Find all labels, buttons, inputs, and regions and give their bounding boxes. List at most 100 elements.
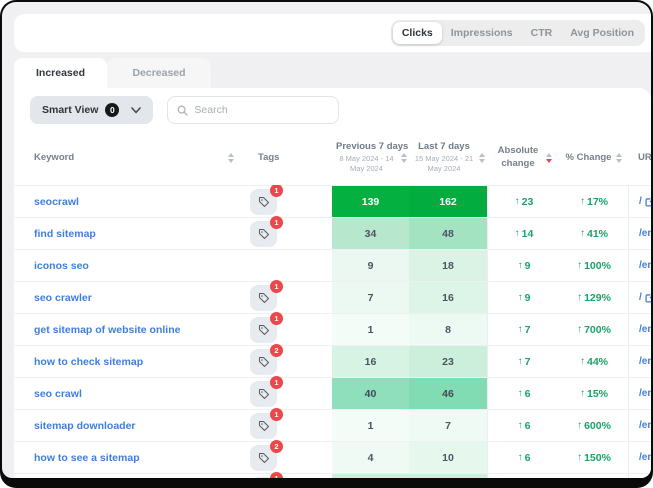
abs-value: 6 — [525, 452, 531, 464]
url-link[interactable]: / — [639, 292, 651, 303]
table-row: 1 — [14, 473, 651, 478]
pct-value: 44% — [587, 356, 608, 368]
pct-value: 150% — [584, 452, 611, 464]
absolute-change-cell: ↑ 6 — [487, 378, 560, 409]
tag-count-badge: 1 — [270, 280, 283, 293]
url-cell: /en/ — [628, 250, 651, 281]
tab-decreased[interactable]: Decreased — [107, 58, 211, 88]
keyword-link[interactable]: seo crawler — [34, 292, 92, 304]
last-cell: 18 — [409, 250, 487, 281]
table-row: get sitemap of website online 1 1 8 ↑ 7 … — [14, 313, 651, 345]
tags-cell: 1 — [244, 282, 332, 313]
tag-button[interactable]: 1 — [250, 189, 277, 215]
url-link[interactable]: /en/ — [639, 452, 651, 463]
url-link[interactable]: /en/ — [639, 356, 651, 367]
window-frame: Clicks Impressions CTR Avg Position Incr… — [0, 0, 653, 488]
sort-button-last[interactable] — [479, 153, 485, 163]
smart-view-dropdown[interactable]: Smart View 0 — [30, 96, 153, 124]
percent-change-cell: ↑ 129% — [560, 282, 628, 313]
table-row: how to see a sitemap 2 4 10 ↑ 6 ↑ 150% /… — [14, 441, 651, 473]
absolute-change-cell — [487, 474, 560, 478]
table-row: seocrawl 1 139 162 ↑ 23 ↑ 17% / — [14, 185, 651, 217]
table-row: seo crawl 1 40 46 ↑ 6 ↑ 15% /en/ — [14, 377, 651, 409]
tag-icon — [258, 292, 270, 304]
prev-cell: 16 — [332, 346, 409, 377]
abs-value: 7 — [525, 356, 531, 368]
url-link[interactable]: /en/ — [639, 260, 651, 271]
url-link-text: /en/ — [639, 228, 651, 239]
percent-change-cell: ↑ 700% — [560, 314, 628, 345]
tag-button[interactable]: 1 — [250, 317, 277, 343]
prev-cell: 7 — [332, 282, 409, 313]
keyword-link[interactable]: seo crawl — [34, 388, 82, 400]
table-row: iconos seo 9 18 ↑ 9 ↑ 100% /en/ — [14, 249, 651, 281]
url-link[interactable]: /en/ — [639, 388, 651, 399]
column-label-previous: Previous 7 days — [336, 141, 397, 152]
tags-cell: 1 — [244, 410, 332, 441]
keyword-link[interactable]: sitemap downloader — [34, 420, 136, 432]
url-link[interactable]: /en/ — [639, 324, 651, 335]
filters-row: Smart View 0 — [30, 96, 339, 124]
tag-button[interactable]: 1 — [250, 413, 277, 439]
keyword-link[interactable]: how to check sitemap — [34, 356, 143, 368]
keyword-link[interactable]: seocrawl — [34, 196, 79, 208]
tag-button[interactable]: 1 — [250, 381, 277, 407]
abs-value: 14 — [522, 228, 534, 240]
sort-button-keyword[interactable] — [228, 153, 234, 163]
last-cell: 46 — [409, 378, 487, 409]
percent-change-cell: ↑ 15% — [560, 378, 628, 409]
metric-tab-avg-position[interactable]: Avg Position — [561, 22, 643, 44]
search-input[interactable] — [194, 104, 329, 116]
url-cell — [628, 474, 651, 478]
column-label-tags: Tags — [258, 152, 279, 163]
tag-icon — [258, 196, 270, 208]
tags-cell: 1 — [244, 218, 332, 249]
keyword-cell: seocrawl — [14, 186, 244, 217]
percent-change-cell: ↑ 150% — [560, 442, 628, 473]
keyword-cell — [14, 474, 244, 478]
sort-button-absolute-change[interactable] — [546, 153, 552, 163]
url-link[interactable]: /en/ — [639, 420, 651, 431]
metric-switcher: Clicks Impressions CTR Avg Position — [391, 20, 645, 46]
up-arrow: ↑ — [518, 421, 523, 431]
metric-tab-clicks[interactable]: Clicks — [393, 22, 442, 44]
tag-button[interactable]: 1 — [250, 221, 277, 247]
url-link-text: /en/ — [639, 356, 651, 367]
keyword-link[interactable]: find sitemap — [34, 228, 96, 240]
keyword-link[interactable]: iconos seo — [34, 260, 89, 272]
keyword-link[interactable]: get sitemap of website online — [34, 324, 180, 336]
url-link[interactable]: /en/ — [639, 228, 651, 239]
table-row: find sitemap 1 34 48 ↑ 14 ↑ 41% /en/ — [14, 217, 651, 249]
keyword-link[interactable]: how to see a sitemap — [34, 452, 140, 464]
prev-cell: 9 — [332, 250, 409, 281]
column-header-last-7-days: Last 7 days 15 May 2024 - 21 May 2024 — [409, 141, 487, 174]
column-daterange-previous: 8 May 2024 - 14 May 2024 — [336, 154, 397, 174]
prev-cell: 139 — [332, 186, 409, 217]
url-link[interactable]: / — [639, 196, 651, 207]
table-row: how to check sitemap 2 16 23 ↑ 7 ↑ 44% /… — [14, 345, 651, 377]
sort-button-percent-change[interactable] — [616, 153, 622, 163]
prev-cell: 40 — [332, 378, 409, 409]
prev-cell: 1 — [332, 410, 409, 441]
column-label-percent-change: % Change — [566, 152, 612, 163]
up-arrow: ↑ — [577, 325, 582, 335]
tag-button[interactable]: 2 — [250, 445, 277, 471]
table-header: Keyword Tags Previous 7 days 8 May 2024 … — [14, 130, 651, 185]
url-cell: /en/ — [628, 442, 651, 473]
up-arrow: ↑ — [518, 453, 523, 463]
column-header-absolute-change: Absolute change — [487, 145, 560, 170]
sort-button-previous[interactable] — [401, 153, 407, 163]
metric-tab-ctr[interactable]: CTR — [522, 22, 562, 44]
tag-button[interactable]: 1 — [250, 285, 277, 311]
pct-value: 41% — [587, 228, 608, 240]
tag-button[interactable]: 2 — [250, 349, 277, 375]
column-label-keyword: Keyword — [34, 152, 74, 163]
metric-tab-impressions[interactable]: Impressions — [442, 22, 522, 44]
abs-value: 7 — [525, 324, 531, 336]
column-label-url: URL — [638, 152, 651, 163]
tab-increased[interactable]: Increased — [14, 58, 107, 88]
last-cell: 7 — [409, 410, 487, 441]
tag-button[interactable]: 1 — [250, 477, 277, 479]
column-header-tags: Tags — [244, 152, 332, 163]
search-icon — [177, 105, 188, 116]
